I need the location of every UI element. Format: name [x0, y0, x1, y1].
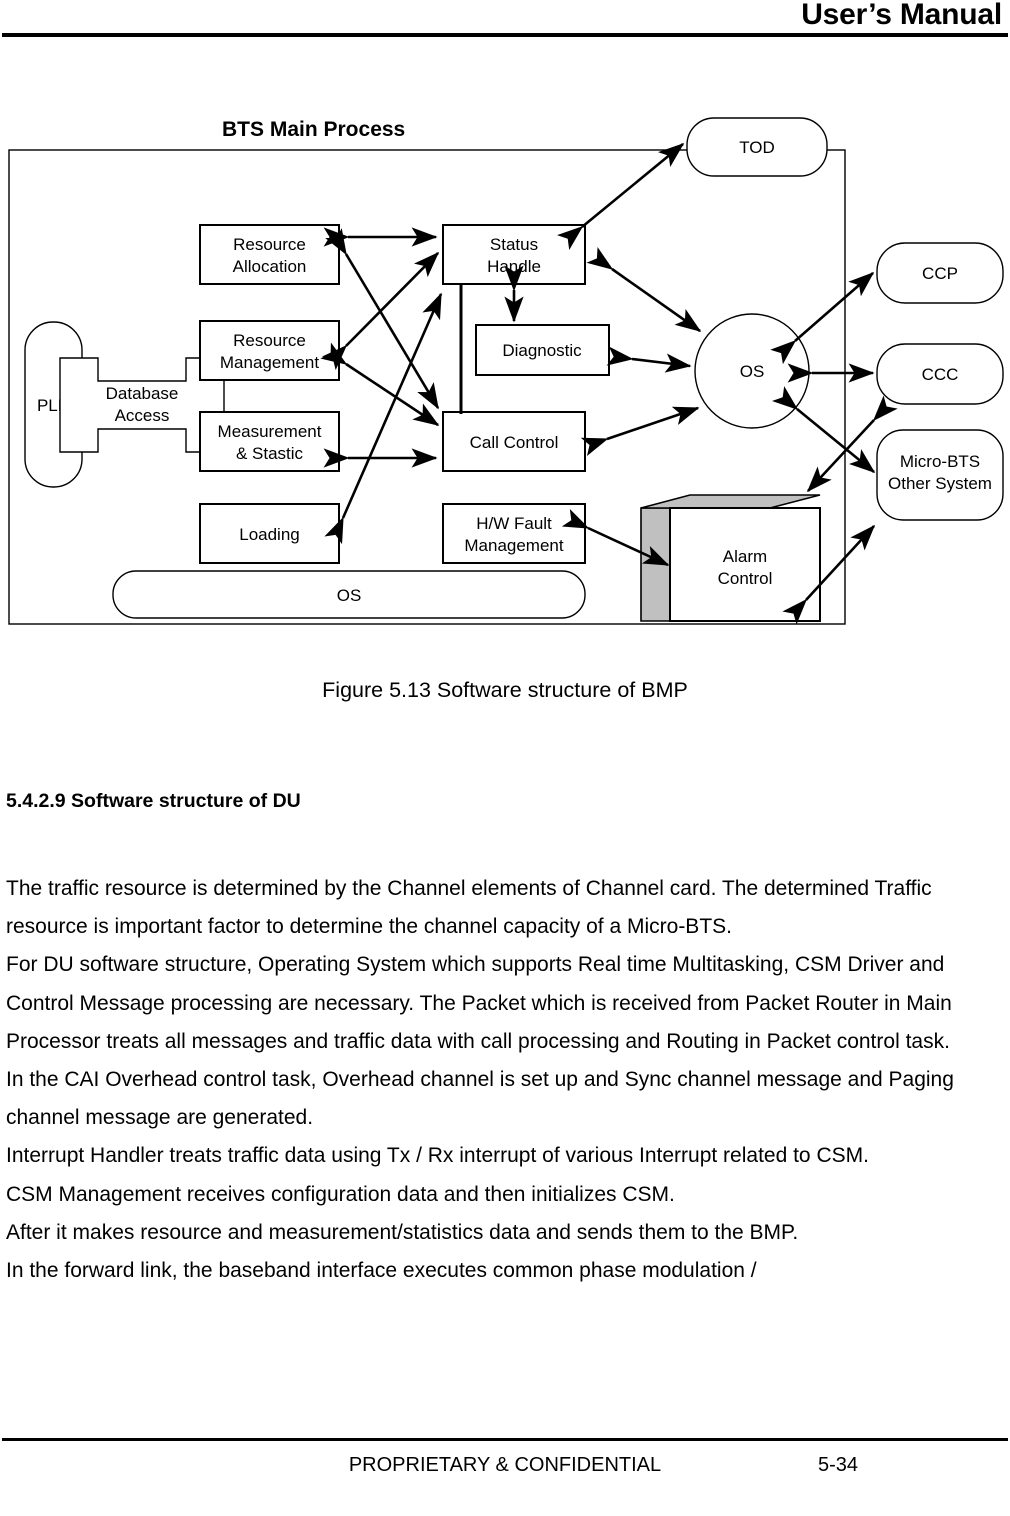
- node-loading-label: Loading: [239, 525, 300, 544]
- node-call-control-label: Call Control: [470, 433, 559, 452]
- page-header: User’s Manual: [0, 0, 1010, 40]
- node-alarm-control-line2: Control: [718, 569, 773, 588]
- node-micro-bts-line2: Other System: [888, 474, 992, 493]
- body-paragraph: In the CAI Overhead control task, Overhe…: [6, 1068, 954, 1130]
- section-heading: 5.4.2.9 Software structure of DU: [6, 790, 301, 812]
- node-tod-label: TOD: [739, 138, 775, 157]
- body-paragraph: The traffic resource is determined by th…: [6, 877, 932, 939]
- node-hw-fault-line2: Management: [464, 536, 564, 555]
- node-os-circle-label: OS: [740, 362, 765, 381]
- node-resource-allocation-line2: Allocation: [233, 257, 307, 276]
- header-rule: [2, 33, 1008, 37]
- node-database-access-line2: Access: [115, 406, 170, 425]
- node-ccc-label: CCC: [922, 365, 959, 384]
- node-status-handle-line1: Status: [490, 235, 538, 254]
- page-footer: PROPRIETARY & CONFIDENTIAL 5-34: [0, 1438, 1010, 1516]
- body-paragraph: For DU software structure, Operating Sys…: [6, 953, 952, 1053]
- node-diagnostic-label: Diagnostic: [502, 341, 582, 360]
- node-resource-allocation-line1: Resource: [233, 235, 306, 254]
- body-paragraph: In the forward link, the baseband interf…: [6, 1259, 757, 1283]
- node-resource-management-line2: Management: [220, 353, 320, 372]
- node-alarm-control-line1: Alarm: [723, 547, 767, 566]
- figure-bmp-software-structure: BTS Main Process TOD CCP CCC Micro-BTS O…: [0, 44, 1010, 644]
- body-paragraph: CSM Management receives configuration da…: [6, 1182, 675, 1206]
- node-os-bar-label: OS: [337, 586, 362, 605]
- node-measurement-line1: Measurement: [218, 422, 322, 441]
- body-paragraph: After it makes resource and measurement/…: [6, 1220, 799, 1244]
- node-measurement-line2: & Stastic: [236, 444, 304, 463]
- diagram-title: BTS Main Process: [222, 118, 405, 141]
- body-text: The traffic resource is determined by th…: [6, 870, 1010, 1290]
- node-ccp-label: CCP: [922, 264, 958, 283]
- node-resource-management-line1: Resource: [233, 331, 306, 350]
- footer-confidential-notice: PROPRIETARY & CONFIDENTIAL: [348, 1454, 662, 1476]
- footer-page-number: 5-34: [818, 1454, 859, 1476]
- node-database-access-line1: Database: [106, 384, 179, 403]
- node-micro-bts-line1: Micro-BTS: [900, 452, 980, 471]
- body-paragraph: Interrupt Handler treats traffic data us…: [6, 1144, 869, 1168]
- bmp-architecture-diagram: BTS Main Process TOD CCP CCC Micro-BTS O…: [8, 117, 1004, 625]
- node-status-handle-line2: Handle: [487, 257, 541, 276]
- node-hw-fault-line1: H/W Fault: [476, 514, 552, 533]
- footer-rule: [2, 1438, 1008, 1441]
- figure-caption: Figure 5.13 Software structure of BMP: [322, 678, 688, 702]
- header-title: User’s Manual: [801, 0, 1002, 31]
